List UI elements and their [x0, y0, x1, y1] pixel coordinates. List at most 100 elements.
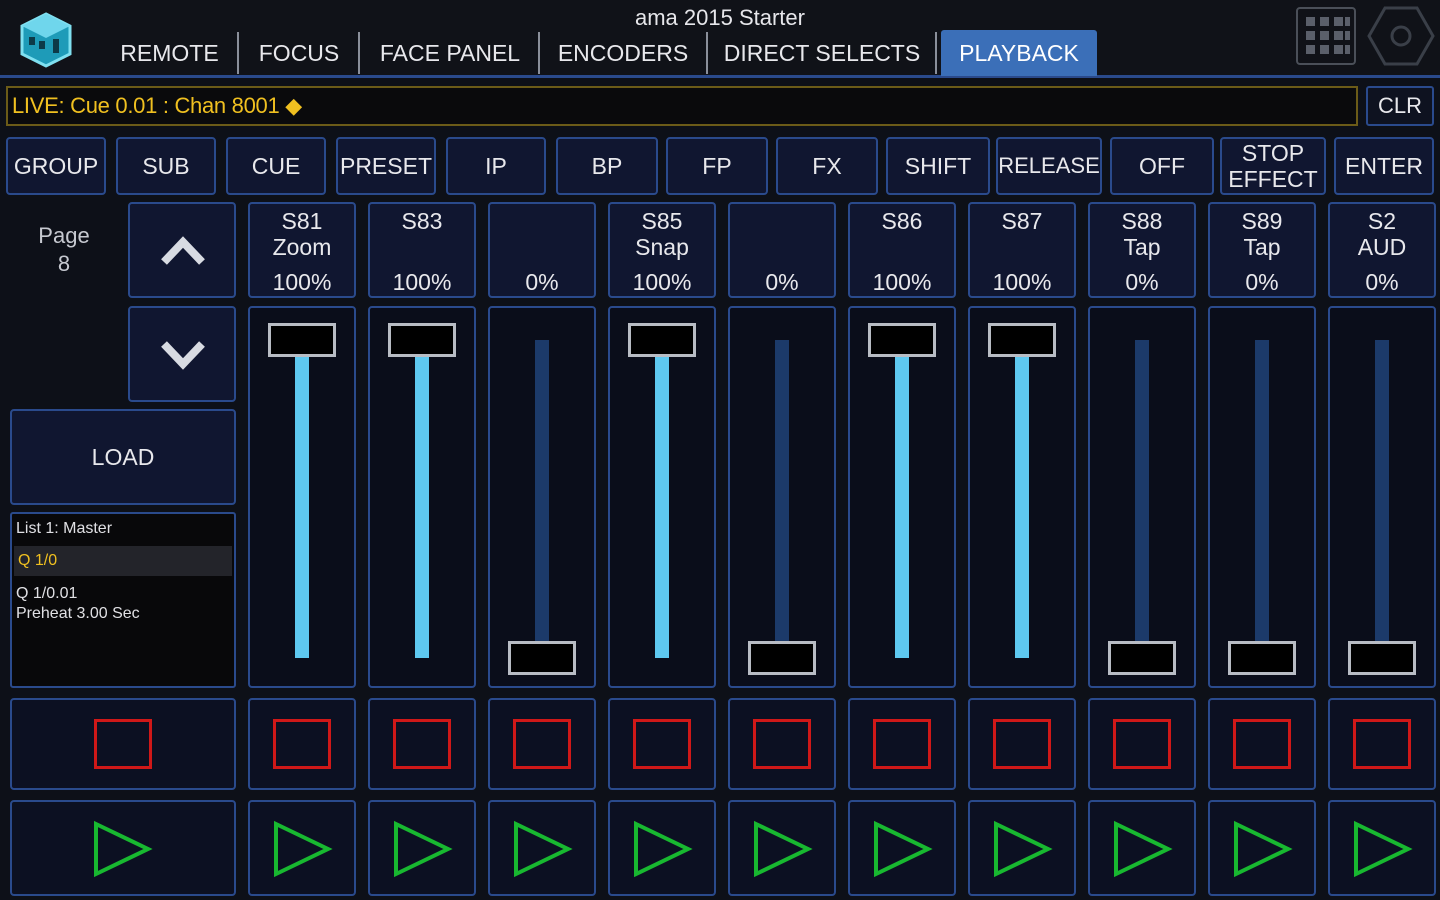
- fader-handle[interactable]: [988, 323, 1056, 357]
- stop-effect-button[interactable]: STOP EFFECT: [1220, 137, 1326, 195]
- show-title: ama 2015 Starter: [635, 5, 805, 30]
- fader-handle[interactable]: [268, 323, 336, 357]
- stop-icon: [633, 719, 691, 769]
- fader-stop-button[interactable]: [1208, 698, 1316, 790]
- fader-go-button[interactable]: [728, 800, 836, 896]
- shift-button[interactable]: SHIFT: [886, 137, 990, 195]
- fader-stop-button[interactable]: [248, 698, 356, 790]
- fader-channel: S86: [881, 208, 923, 234]
- fader-header[interactable]: S85 Snap 100%: [608, 202, 716, 298]
- master-stop-button[interactable]: [10, 698, 236, 790]
- fader-slider[interactable]: [488, 306, 596, 688]
- play-icon: [94, 820, 153, 878]
- fader-slider[interactable]: [1208, 306, 1316, 688]
- fader-header[interactable]: 0%: [728, 202, 836, 298]
- fader-go-button[interactable]: [1088, 800, 1196, 896]
- fader-header[interactable]: S88 Tap 0%: [1088, 202, 1196, 298]
- fader-stop-button[interactable]: [368, 698, 476, 790]
- clear-button[interactable]: CLR: [1366, 86, 1434, 126]
- fader-level-fill: [655, 340, 669, 658]
- play-icon: [514, 820, 573, 878]
- fader-slider[interactable]: [608, 306, 716, 688]
- fader-slider[interactable]: [1088, 306, 1196, 688]
- fader-stop-button[interactable]: [1328, 698, 1436, 790]
- fader-stop-button[interactable]: [608, 698, 716, 790]
- fader-channel: S81: [281, 208, 323, 234]
- play-icon: [394, 820, 453, 878]
- fader-handle[interactable]: [748, 641, 816, 675]
- fader-stop-button[interactable]: [848, 698, 956, 790]
- fader-slider[interactable]: [728, 306, 836, 688]
- fader-header[interactable]: 0%: [488, 202, 596, 298]
- fader-header[interactable]: S83 100%: [368, 202, 476, 298]
- enter-button[interactable]: ENTER: [1334, 137, 1434, 195]
- tab-playback[interactable]: PLAYBACK: [941, 30, 1097, 76]
- ip-button[interactable]: IP: [446, 137, 546, 195]
- off-button[interactable]: OFF: [1110, 137, 1214, 195]
- page-label: Page: [38, 223, 90, 248]
- fader-go-button[interactable]: [968, 800, 1076, 896]
- master-go-button[interactable]: [10, 800, 236, 896]
- fader-header[interactable]: S89 Tap 0%: [1208, 202, 1316, 298]
- page-up-button[interactable]: [128, 202, 236, 298]
- fx-button[interactable]: FX: [776, 137, 878, 195]
- fader-go-button[interactable]: [1328, 800, 1436, 896]
- fader-handle[interactable]: [628, 323, 696, 357]
- preset-button[interactable]: PRESET: [336, 137, 436, 195]
- fader-handle[interactable]: [388, 323, 456, 357]
- pending-cue: Q 1/0.01 Preheat 3.00 Sec: [16, 584, 140, 624]
- fader-handle[interactable]: [508, 641, 576, 675]
- fader-handle[interactable]: [1228, 641, 1296, 675]
- fader-header[interactable]: S81 Zoom 100%: [248, 202, 356, 298]
- fader-go-button[interactable]: [248, 800, 356, 896]
- fader-handle[interactable]: [1348, 641, 1416, 675]
- fader-handle[interactable]: [1108, 641, 1176, 675]
- fader-stop-button[interactable]: [728, 698, 836, 790]
- fader-type: Tap: [1243, 234, 1281, 260]
- fader-track: [1135, 340, 1149, 658]
- fader-header[interactable]: S87 100%: [968, 202, 1076, 298]
- load-button[interactable]: LOAD: [10, 409, 236, 505]
- release-button[interactable]: RELEASE: [996, 137, 1102, 195]
- tab-encoders[interactable]: ENCODERS: [548, 30, 698, 76]
- fader-header[interactable]: S86 100%: [848, 202, 956, 298]
- stop-icon: [873, 719, 931, 769]
- fader-type: AUD: [1357, 234, 1407, 260]
- fader-slider[interactable]: [368, 306, 476, 688]
- tab-direct-selects[interactable]: DIRECT SELECTS: [716, 30, 928, 76]
- fader-stop-button[interactable]: [1088, 698, 1196, 790]
- fader-stop-button[interactable]: [488, 698, 596, 790]
- play-icon: [1114, 820, 1173, 878]
- fp-button[interactable]: FP: [666, 137, 768, 195]
- app-header: ama 2015 Starter REMOTE FOCUS FACE PANEL…: [0, 0, 1440, 78]
- stop-icon: [993, 719, 1051, 769]
- tab-separator: [935, 32, 937, 74]
- sub-button[interactable]: SUB: [116, 137, 216, 195]
- settings-hex-icon[interactable]: [1366, 4, 1436, 68]
- fader-handle[interactable]: [868, 323, 936, 357]
- page-indicator: Page 8: [10, 222, 118, 278]
- fader-go-button[interactable]: [608, 800, 716, 896]
- tab-separator: [237, 32, 239, 74]
- tab-remote[interactable]: REMOTE: [112, 30, 227, 76]
- group-button[interactable]: GROUP: [6, 137, 106, 195]
- stop-icon: [1353, 719, 1411, 769]
- fader-slider[interactable]: [848, 306, 956, 688]
- fader-go-button[interactable]: [488, 800, 596, 896]
- bp-button[interactable]: BP: [556, 137, 658, 195]
- fader-go-button[interactable]: [848, 800, 956, 896]
- fader-slider[interactable]: [1328, 306, 1436, 688]
- fader-header[interactable]: S2 AUD 0%: [1328, 202, 1436, 298]
- page-down-button[interactable]: [128, 306, 236, 402]
- tab-focus[interactable]: FOCUS: [245, 30, 353, 76]
- cue-list-panel[interactable]: List 1: Master Q 1/0 Q 1/0.01 Preheat 3.…: [10, 512, 236, 688]
- tab-face-panel[interactable]: FACE PANEL: [370, 30, 530, 76]
- fader-stop-button[interactable]: [968, 698, 1076, 790]
- fader-slider[interactable]: [248, 306, 356, 688]
- fader-go-button[interactable]: [1208, 800, 1316, 896]
- cue-button[interactable]: CUE: [226, 137, 326, 195]
- fader-value: 100%: [632, 269, 692, 295]
- keypad-grid-icon[interactable]: [1296, 7, 1356, 65]
- fader-go-button[interactable]: [368, 800, 476, 896]
- fader-slider[interactable]: [968, 306, 1076, 688]
